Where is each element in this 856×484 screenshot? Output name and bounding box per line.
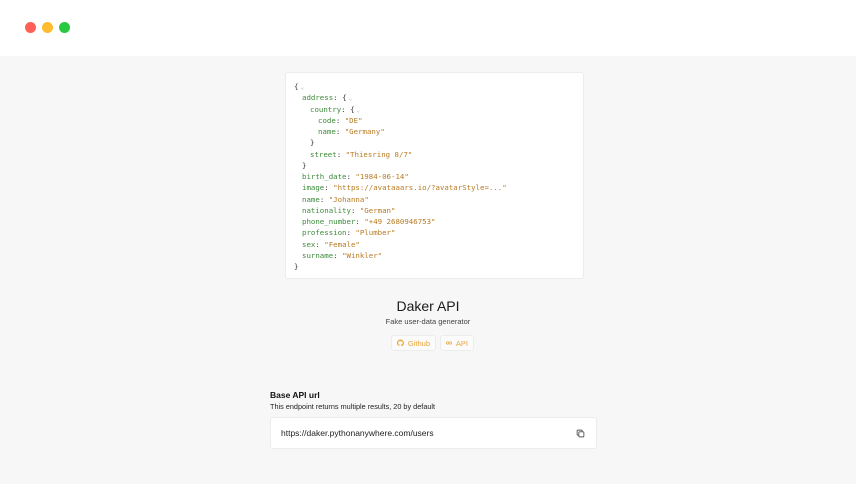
json-line: name: "Germany": [318, 127, 385, 136]
json-value: "Plumber": [355, 228, 396, 238]
copy-icon[interactable]: [576, 429, 585, 438]
json-brace: {: [350, 104, 355, 114]
github-icon: [397, 339, 404, 347]
json-value: "German": [359, 205, 396, 215]
json-key: street: [310, 149, 337, 159]
json-preview-card: {⌄ address: {⌄ country: {⌄ code: "DE" name: …: [285, 72, 584, 279]
json-key: address: [302, 93, 334, 103]
window-titlebar: [0, 0, 856, 56]
json-line: country: {⌄: [310, 104, 361, 114]
json-value: "Germany": [344, 127, 385, 136]
json-line: profession: "Plumber": [302, 228, 396, 238]
json-value: "Thiesring 8/7": [345, 149, 413, 159]
link-icon: [446, 341, 452, 345]
maximize-window-button[interactable]: [59, 22, 70, 33]
json-brace: }: [302, 160, 307, 170]
base-url-box: https://daker.pythonanywhere.com/users: [270, 417, 597, 449]
collapse-caret-icon[interactable]: ⌄: [357, 107, 361, 114]
json-line: address: {⌄: [302, 93, 353, 103]
github-link-button[interactable]: Github: [391, 335, 436, 351]
json-line: code: "DE": [318, 115, 363, 125]
github-link-label: Github: [407, 338, 430, 348]
json-key: surname: [302, 250, 334, 260]
json-line: image: "https://avataaars.io/?avatarStyl…: [302, 183, 507, 193]
json-value: "Winkler": [342, 250, 383, 260]
json-line: }: [294, 160, 583, 171]
json-line: }: [294, 261, 583, 272]
json-brace: {: [342, 93, 347, 103]
json-key: phone_number: [302, 217, 356, 226]
json-line: {⌄: [294, 81, 583, 92]
json-line: street: "Thiesring 8/7": [310, 149, 413, 159]
json-line: surname: "Winkler": [302, 250, 383, 260]
json-value: "DE": [344, 115, 363, 125]
json-key: name: [318, 127, 336, 136]
json-value: "+49 2680946753": [364, 217, 436, 226]
close-window-button[interactable]: [25, 22, 36, 33]
json-line: nationality: "German": [302, 205, 396, 215]
api-link-button[interactable]: API: [440, 335, 474, 351]
json-key: birth_date: [302, 172, 347, 181]
collapse-caret-icon[interactable]: ⌄: [349, 95, 353, 102]
json-brace: }: [294, 262, 299, 271]
page-title: Daker API: [396, 298, 460, 314]
json-value: "https://avataaars.io/?avatarStyle=...": [333, 183, 507, 193]
json-line: name: "Johanna": [302, 194, 369, 204]
base-url-description: This endpoint returns multiple results, …: [270, 402, 436, 411]
json-value: "1984-06-14": [355, 172, 409, 181]
json-line: sex: "Female": [302, 239, 360, 249]
json-brace: }: [310, 138, 315, 148]
json-line: birth_date: "1984-06-14": [302, 172, 409, 181]
json-value: "Female": [324, 239, 360, 249]
json-brace: {: [294, 82, 299, 91]
json-value: "Johanna": [328, 194, 369, 204]
json-key: name: [302, 194, 320, 204]
json-line: phone_number: "+49 2680946753": [302, 217, 436, 226]
collapse-caret-icon[interactable]: ⌄: [300, 84, 304, 91]
minimize-window-button[interactable]: [42, 22, 53, 33]
json-key: sex: [302, 239, 316, 249]
json-key: country: [310, 104, 342, 114]
api-link-label: API: [455, 338, 468, 348]
json-key: profession: [302, 228, 347, 238]
json-key: code: [318, 115, 336, 125]
page-subtitle: Fake user-data generator: [385, 317, 471, 326]
json-key: image: [302, 183, 325, 193]
json-line: }: [294, 137, 583, 148]
json-key: nationality: [302, 205, 351, 215]
base-url-title: Base API url: [270, 390, 320, 400]
base-url-text[interactable]: https://daker.pythonanywhere.com/users: [281, 428, 434, 438]
